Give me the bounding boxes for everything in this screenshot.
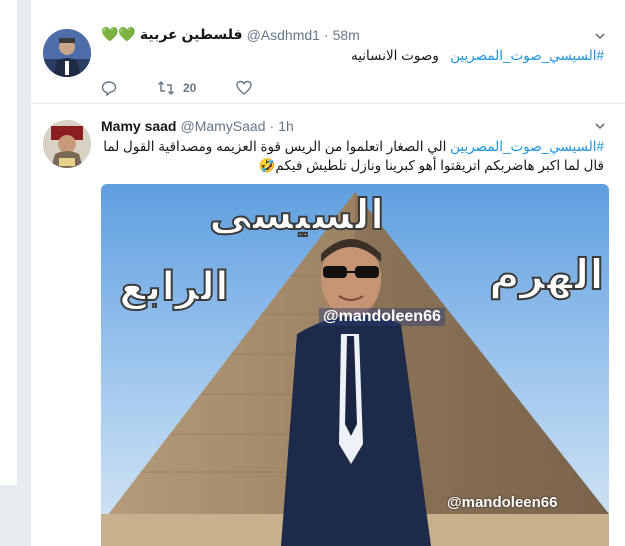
chevron-down-icon[interactable] bbox=[594, 30, 606, 42]
author-name[interactable]: Mamy saad bbox=[101, 118, 176, 134]
chevron-down-icon[interactable] bbox=[594, 120, 606, 132]
image-watermark: @mandoleen66 bbox=[447, 494, 558, 511]
tweet[interactable]: Mamy saad @MamySaad · 1h #السيسي_صوت_الم… bbox=[31, 104, 625, 546]
reply-button[interactable] bbox=[101, 80, 117, 96]
tweet-image[interactable]: الرابع السيسى الهرم @mandoleen66 @mandol… bbox=[101, 184, 609, 546]
tweet-header: Mamy saad @MamySaad · 1h bbox=[101, 118, 294, 134]
image-watermark: @mandoleen66 bbox=[319, 308, 445, 326]
green-hearts-emoji: 💚💚 bbox=[101, 26, 136, 42]
retweet-button[interactable]: 20 bbox=[157, 80, 196, 96]
tweet-text: #السيسي_صوت_المصريين الي الصغار اتعلموا … bbox=[101, 137, 604, 175]
left-sidebar-panel bbox=[0, 0, 18, 485]
author-handle[interactable]: @MamySaad bbox=[180, 118, 265, 134]
tweet-body: وصوت الانسانيه bbox=[350, 48, 439, 63]
retweet-icon bbox=[157, 80, 175, 96]
like-button[interactable] bbox=[236, 80, 253, 96]
image-title-top: السيسى bbox=[208, 189, 385, 240]
hashtag-link[interactable]: #السيسي_صوت_المصريين bbox=[450, 48, 604, 63]
separator-dot: · bbox=[323, 26, 329, 43]
tweet[interactable]: 💚💚 فلسطين عربية @Asdhmd1 · 58m #السيسي_ص… bbox=[31, 0, 625, 104]
tweet-timestamp[interactable]: 58m bbox=[333, 27, 360, 43]
separator-dot: · bbox=[269, 118, 275, 134]
hashtag-link[interactable]: #السيسي_صوت_المصريين bbox=[450, 139, 604, 154]
timeline: 💚💚 فلسطين عربية @Asdhmd1 · 58m #السيسي_ص… bbox=[30, 0, 625, 546]
tweet-timestamp[interactable]: 1h bbox=[278, 118, 294, 134]
avatar[interactable] bbox=[43, 29, 91, 77]
retweet-count: 20 bbox=[183, 81, 197, 95]
avatar[interactable] bbox=[43, 120, 91, 168]
image-title-right: الهرم bbox=[488, 249, 605, 300]
like-icon bbox=[236, 80, 253, 96]
tweet-text: #السيسي_صوت_المصريين وصوت الانسانيه bbox=[101, 46, 604, 65]
tweet-header: 💚💚 فلسطين عربية @Asdhmd1 · 58m bbox=[101, 26, 360, 43]
author-name[interactable]: فلسطين عربية bbox=[140, 26, 243, 43]
reply-icon bbox=[101, 80, 117, 96]
image-title-left: الرابع bbox=[118, 263, 230, 311]
author-handle[interactable]: @Asdhmd1 bbox=[247, 27, 320, 43]
tweet-actions: 20 bbox=[101, 80, 292, 96]
